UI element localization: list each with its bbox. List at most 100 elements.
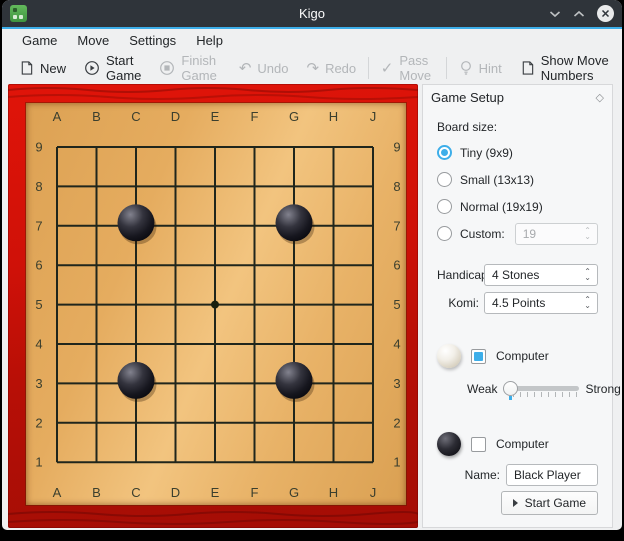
kigo-window: Kigo Game Move Settings Help New	[2, 0, 622, 530]
white-strength-row: Weak Strong	[467, 380, 598, 398]
board-coordinate: A	[53, 109, 62, 124]
komi-row: Komi: 4.5 Points ⌃⌄	[437, 292, 598, 314]
spinbox-arrows-icon[interactable]: ⌃⌄	[584, 294, 591, 312]
handicap-spinbox[interactable]: 4 Stones ⌃⌄	[484, 264, 598, 286]
dock-float-icon[interactable]: ◇	[596, 91, 604, 104]
board-coordinate: 4	[35, 337, 42, 352]
board-coordinate: A	[53, 485, 62, 500]
stone-black-G3[interactable]	[276, 362, 313, 399]
maximize-button[interactable]	[573, 10, 585, 18]
white-stone-icon	[437, 344, 461, 368]
undo-arrow-icon: ↶	[239, 61, 252, 76]
menubar: Game Move Settings Help	[2, 29, 622, 52]
board-coordinate: B	[92, 109, 101, 124]
redo-button[interactable]: ↷ Redo	[297, 55, 365, 81]
board-coordinate: H	[329, 485, 338, 500]
komi-spinbox[interactable]: 4.5 Points ⌃⌄	[484, 292, 598, 314]
menu-move[interactable]: Move	[67, 29, 119, 52]
slider-ticks	[513, 392, 577, 397]
board-coordinate: 6	[35, 258, 42, 273]
handicap-label: Handicap:	[437, 268, 479, 282]
close-button[interactable]	[597, 5, 614, 22]
board-coordinate: J	[370, 109, 377, 124]
stone-black-C3[interactable]	[118, 362, 155, 399]
weak-label: Weak	[467, 382, 497, 396]
menu-settings[interactable]: Settings	[119, 29, 186, 52]
board-coordinate: G	[289, 109, 299, 124]
app-icon	[10, 5, 27, 22]
board-coordinate: 3	[393, 376, 400, 391]
new-document-icon	[19, 60, 34, 76]
pass-move-button[interactable]: ✓ Pass Move	[372, 55, 443, 81]
stop-circle-icon	[159, 60, 175, 76]
board-coordinate: C	[131, 109, 140, 124]
board-coordinate: H	[329, 109, 338, 124]
board-coordinate: 8	[393, 179, 400, 194]
radio-button-icon[interactable]	[437, 145, 452, 160]
board-coordinate: 3	[35, 376, 42, 391]
radio-button-icon[interactable]	[437, 199, 452, 214]
panel-title: Game Setup	[431, 90, 504, 105]
toolbar-separator	[368, 57, 369, 79]
titlebar[interactable]: Kigo	[2, 0, 622, 29]
checkmark-icon: ✓	[381, 61, 394, 76]
game-setup-panel: Game Setup ◇ Board size: Tiny (9x9) Smal…	[422, 84, 613, 528]
menu-help[interactable]: Help	[186, 29, 233, 52]
board-coordinate: 2	[393, 415, 400, 430]
board-coordinate: C	[131, 485, 140, 500]
slider-position-tick	[509, 396, 512, 400]
board-coordinate: F	[251, 485, 259, 500]
white-player-row: Computer	[437, 344, 598, 368]
radio-normal[interactable]: Normal (19x19)	[437, 198, 598, 215]
stone-black-C7[interactable]	[118, 204, 155, 241]
handicap-row: Handicap: 4 Stones ⌃⌄	[437, 264, 598, 286]
black-computer-label: Computer	[496, 437, 549, 451]
board-coordinate: E	[211, 485, 220, 500]
show-move-numbers-button[interactable]: Show Move Numbers	[511, 55, 622, 81]
board-coordinate: 4	[393, 337, 400, 352]
strength-slider[interactable]	[503, 380, 579, 398]
radio-custom[interactable]: Custom: 19 ⌃⌄	[437, 225, 598, 242]
board-coordinate: 9	[35, 140, 42, 155]
board-coordinate: B	[92, 485, 101, 500]
new-button[interactable]: New	[10, 55, 75, 81]
board-coordinate: 7	[393, 218, 400, 233]
board-coordinate: D	[171, 485, 180, 500]
radio-button-icon[interactable]	[437, 226, 452, 241]
board-coordinate: 9	[393, 140, 400, 155]
lightbulb-icon	[459, 60, 473, 76]
custom-size-spinbox[interactable]: 19 ⌃⌄	[515, 223, 598, 245]
start-game-panel-button[interactable]: Start Game	[501, 491, 598, 515]
white-computer-label: Computer	[496, 349, 549, 363]
undo-button[interactable]: ↶ Undo	[230, 55, 298, 81]
toolbar: New Start Game Finish Game ↶ Undo ↷ Redo…	[2, 52, 622, 84]
board-coordinate: 1	[393, 455, 400, 470]
spinbox-arrows-icon[interactable]: ⌃⌄	[584, 266, 591, 284]
board-coordinate: 2	[35, 415, 42, 430]
board-coordinate: 1	[35, 455, 42, 470]
move-numbers-document-icon	[520, 60, 535, 76]
redo-arrow-icon: ↷	[306, 61, 319, 76]
board-coordinate: G	[289, 485, 299, 500]
menu-game[interactable]: Game	[12, 29, 67, 52]
black-player-name-input[interactable]: Black Player	[506, 464, 598, 486]
white-computer-checkbox[interactable]	[471, 349, 486, 364]
radio-tiny[interactable]: Tiny (9x9)	[437, 144, 598, 161]
stone-black-G7[interactable]	[276, 204, 313, 241]
minimize-button[interactable]	[549, 10, 561, 18]
radio-button-icon[interactable]	[437, 172, 452, 187]
strong-label: Strong	[585, 382, 620, 396]
radio-small[interactable]: Small (13x13)	[437, 171, 598, 188]
black-name-row: Name: Black Player	[437, 464, 598, 486]
board-coordinate: 5	[35, 297, 42, 312]
start-game-button[interactable]: Start Game	[75, 55, 150, 81]
black-computer-checkbox[interactable]	[471, 437, 486, 452]
board-coordinate: 7	[35, 218, 42, 233]
finish-game-button[interactable]: Finish Game	[150, 55, 229, 81]
go-board[interactable]: AABBCCDDEEFFGGHHJJ998877665544332211	[26, 103, 406, 505]
board-size-label: Board size:	[437, 120, 598, 134]
board-coordinate: 5	[393, 297, 400, 312]
play-circle-icon	[84, 60, 100, 76]
spinbox-arrows-icon[interactable]: ⌃⌄	[584, 225, 591, 243]
hint-button[interactable]: Hint	[450, 55, 511, 81]
